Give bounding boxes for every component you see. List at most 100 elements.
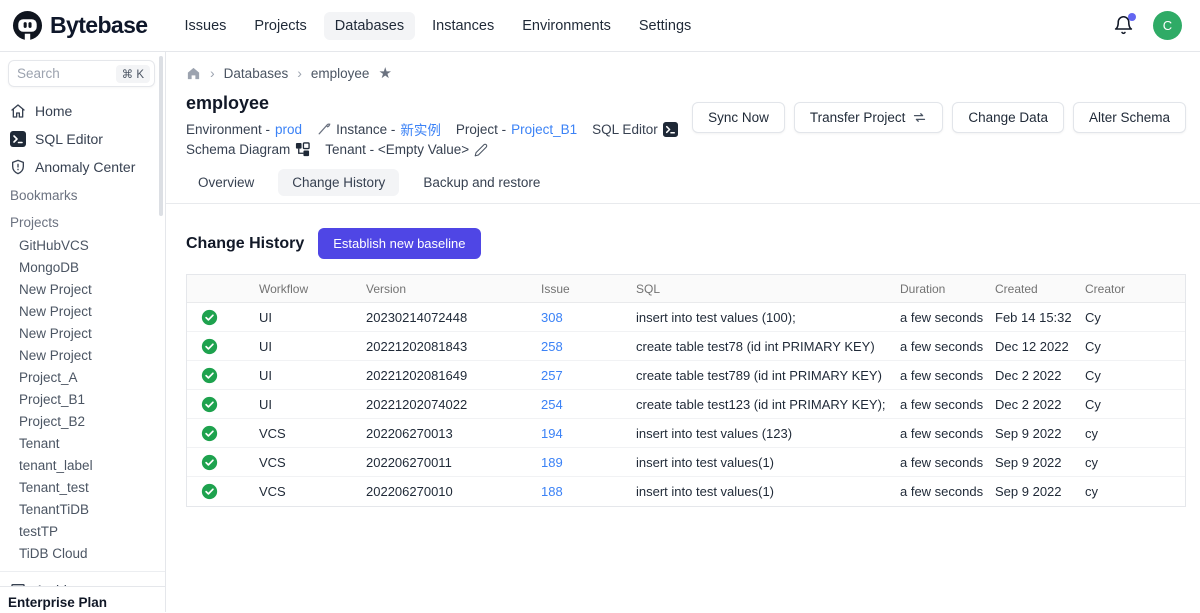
sidebar-project-item[interactable]: Project_B2 (0, 411, 165, 433)
terminal-icon (10, 131, 26, 147)
sidebar-scrollbar[interactable] (159, 56, 163, 216)
engine-icon (317, 122, 331, 136)
sidebar-item-label: SQL Editor (35, 131, 103, 147)
table-row[interactable]: UI 20221202081843 258 create table test7… (187, 332, 1185, 361)
sidebar-project-item[interactable]: Project_A (0, 367, 165, 389)
breadcrumb: › Databases › employee ★ (186, 60, 1186, 86)
sidebar-project-item[interactable]: New Project (0, 301, 165, 323)
issue-link[interactable]: 254 (541, 397, 636, 412)
breadcrumb-databases[interactable]: Databases (224, 66, 289, 81)
change-data-button[interactable]: Change Data (952, 102, 1064, 133)
creator-cell: Cy (1085, 368, 1185, 383)
sidebar-project-item[interactable]: Project_B1 (0, 389, 165, 411)
nav-item[interactable]: Issues (173, 12, 237, 40)
search-input[interactable]: Search ⌘ K (8, 60, 155, 87)
sidebar-project-item[interactable]: MongoDB (0, 257, 165, 279)
table-row[interactable]: VCS 202206270010 188 insert into test va… (187, 477, 1185, 506)
alter-schema-button[interactable]: Alter Schema (1073, 102, 1186, 133)
sidebar: Search ⌘ K Home SQL Editor Anomaly Cente… (0, 52, 166, 612)
duration-cell: a few seconds (900, 484, 995, 499)
success-check-icon (201, 309, 218, 326)
tab-overview[interactable]: Overview (184, 169, 268, 196)
sidebar-project-item[interactable]: Tenant (0, 433, 165, 455)
duration-cell: a few seconds (900, 368, 995, 383)
brand-name: Bytebase (50, 12, 147, 39)
table-row[interactable]: UI 20221202074022 254 create table test1… (187, 390, 1185, 419)
status-cell (187, 396, 259, 413)
sidebar-project-item[interactable]: TenantTiDB (0, 499, 165, 521)
sidebar-project-item[interactable]: tenant_label (0, 455, 165, 477)
meta-sql-editor[interactable]: SQL Editor (592, 122, 678, 137)
workflow-cell: UI (259, 310, 366, 325)
sidebar-item-sql-editor[interactable]: SQL Editor (0, 125, 165, 153)
brand[interactable]: Bytebase (12, 10, 147, 41)
sidebar-project-item[interactable]: testTP (0, 521, 165, 543)
favorite-star-icon[interactable]: ★ (378, 66, 391, 81)
tab-backup-and-restore[interactable]: Backup and restore (409, 169, 554, 196)
sync-now-button[interactable]: Sync Now (692, 102, 785, 133)
nav-item[interactable]: Environments (511, 12, 622, 40)
issue-link[interactable]: 258 (541, 339, 636, 354)
column-issue: Issue (541, 282, 636, 296)
sql-cell: insert into test values(1) (636, 484, 900, 499)
meta-schema-diagram[interactable]: Schema Diagram (186, 142, 310, 157)
column-sql: SQL (636, 282, 900, 296)
nav-item[interactable]: Projects (243, 12, 317, 40)
establish-baseline-button[interactable]: Establish new baseline (318, 228, 480, 259)
issue-link[interactable]: 308 (541, 310, 636, 325)
workflow-cell: VCS (259, 455, 366, 470)
status-cell (187, 367, 259, 384)
meta-tenant: Tenant - <Empty Value> (325, 142, 488, 157)
version-cell: 20221202081649 (366, 368, 541, 383)
sidebar-item-home[interactable]: Home (0, 97, 165, 125)
duration-cell: a few seconds (900, 397, 995, 412)
created-cell: Sep 9 2022 (995, 455, 1085, 470)
workflow-cell: VCS (259, 484, 366, 499)
nav-item[interactable]: Databases (324, 12, 415, 40)
breadcrumb-employee[interactable]: employee (311, 66, 370, 81)
column-creator: Creator (1085, 282, 1185, 296)
issue-link[interactable]: 188 (541, 484, 636, 499)
created-cell: Dec 12 2022 (995, 339, 1085, 354)
home-breadcrumb-icon[interactable] (186, 66, 201, 81)
version-cell: 202206270011 (366, 455, 541, 470)
avatar[interactable]: C (1153, 11, 1182, 40)
sidebar-item-anomaly-center[interactable]: Anomaly Center (0, 153, 165, 181)
issue-link[interactable]: 189 (541, 455, 636, 470)
sidebar-project-item[interactable]: New Project (0, 345, 165, 367)
success-check-icon (201, 483, 218, 500)
notification-bell-icon[interactable] (1113, 15, 1135, 37)
project-link[interactable]: Project_B1 (511, 122, 577, 137)
environment-link[interactable]: prod (275, 122, 302, 137)
table-row[interactable]: VCS 202206270011 189 insert into test va… (187, 448, 1185, 477)
sidebar-project-item[interactable]: New Project (0, 279, 165, 301)
section-title: Change History (186, 235, 304, 253)
creator-cell: cy (1085, 426, 1185, 441)
sidebar-project-item[interactable]: New Project (0, 323, 165, 345)
column-version: Version (366, 282, 541, 296)
edit-pencil-icon[interactable] (474, 143, 488, 157)
table-row[interactable]: UI 20230214072448 308 insert into test v… (187, 303, 1185, 332)
change-history-table: Workflow Version Issue SQL Duration Crea… (186, 274, 1186, 507)
version-cell: 20221202081843 (366, 339, 541, 354)
sidebar-project-item[interactable]: GitHubVCS (0, 235, 165, 257)
terminal-icon (663, 122, 678, 137)
issue-link[interactable]: 194 (541, 426, 636, 441)
schema-diagram-icon (295, 142, 310, 157)
table-header-row: Workflow Version Issue SQL Duration Crea… (187, 275, 1185, 303)
creator-cell: Cy (1085, 310, 1185, 325)
transfer-project-button[interactable]: Transfer Project (794, 102, 944, 133)
sidebar-project-item[interactable]: TiDB Cloud (0, 543, 165, 565)
status-cell (187, 425, 259, 442)
issue-link[interactable]: 257 (541, 368, 636, 383)
table-row[interactable]: UI 20221202081649 257 create table test7… (187, 361, 1185, 390)
nav-item[interactable]: Instances (421, 12, 505, 40)
tab-change-history[interactable]: Change History (278, 169, 399, 196)
top-navbar: Bytebase Issues Projects Databases Insta… (0, 0, 1200, 52)
table-row[interactable]: VCS 202206270013 194 insert into test va… (187, 419, 1185, 448)
sidebar-project-item[interactable]: Tenant_test (0, 477, 165, 499)
instance-link[interactable]: 新实例 (400, 119, 441, 139)
sidebar-item-label: Anomaly Center (35, 159, 135, 175)
nav-item[interactable]: Settings (628, 12, 702, 40)
home-icon (10, 103, 26, 119)
